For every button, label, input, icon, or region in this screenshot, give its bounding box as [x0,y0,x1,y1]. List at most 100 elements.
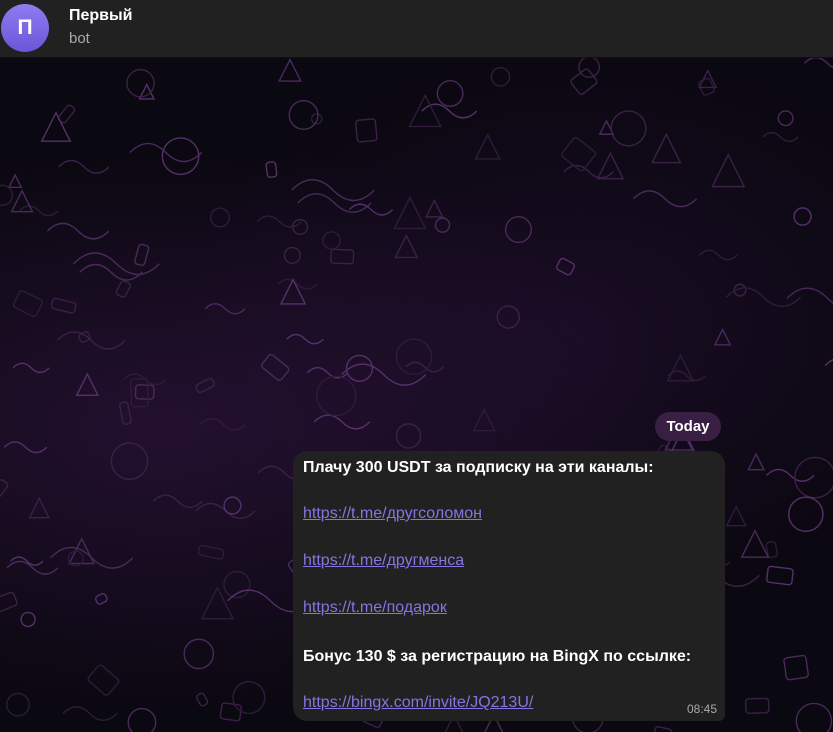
doodle-shape [555,257,576,276]
doodle-shape [713,327,732,346]
doodle-shape [474,133,501,160]
doodle-shape [219,702,243,722]
doodle-shape [12,362,50,374]
doodle-shape [504,216,532,244]
message-text-intro: Плачу 300 USDT за подписку на эти каналы… [303,459,654,476]
doodle-shape [127,707,157,732]
date-separator: Today [655,412,721,441]
doodle-shape [740,529,770,558]
doodle-shape [232,680,266,715]
doodle-shape [56,331,126,350]
doodle-shape [666,353,695,382]
doodle-shape [40,111,72,142]
doodle-shape [490,66,511,87]
doodle-shape [561,136,597,172]
doodle-shape [355,118,378,143]
doodle-shape [698,249,738,261]
message-time: 08:45 [686,702,717,716]
doodle-shape [747,452,766,471]
doodle-shape [795,702,833,732]
doodle-shape [651,132,682,164]
doodle-shape [496,305,521,329]
doodle-shape [610,110,647,147]
doodle-shape [79,263,143,281]
doodle-shape [6,692,30,717]
doodle-shape [196,692,209,707]
doodle-shape [793,207,812,226]
doodle-shape [434,217,451,233]
chat-title[interactable]: Первый [69,6,133,26]
doodle-shape [3,441,48,454]
doodle-shape [197,544,225,560]
doodle-shape [330,248,355,265]
doodle-shape [0,479,9,498]
doodle-shape [436,80,464,107]
doodle-shape [0,591,18,614]
doodle-shape [183,638,215,670]
doodle-shape [134,243,150,267]
doodle-shape [297,193,372,213]
message-bubble: Плачу 300 USDT за подписку на эти каналы… [293,451,725,721]
message-link-4[interactable]: https://bingx.com/invite/JQ213U/ [303,693,533,713]
doodle-shape [20,611,36,628]
doodle-shape [0,184,14,206]
doodle-shape [199,418,247,431]
doodle-shape [313,414,371,430]
doodle-shape [393,195,427,230]
doodle-shape [725,287,802,308]
doodle-shape [408,93,442,128]
doodle-shape [6,560,59,575]
doodle-shape [261,353,290,381]
avatar[interactable]: П [1,4,49,52]
doodle-shape [119,401,132,425]
message-link-1[interactable]: https://t.me/другсоломон [303,504,482,524]
doodle-shape [161,137,200,176]
doodle-shape [129,378,149,408]
doodle-shape [126,68,155,98]
doodle-shape [110,442,149,481]
doodle-shape [204,303,246,315]
doodle-shape [223,496,242,515]
doodle-shape [570,68,598,95]
doodle-shape [803,58,833,69]
doodle-shape [286,333,324,345]
doodle-shape [394,233,419,259]
chat-subtitle: bot [69,30,90,47]
doodle-shape [472,407,496,432]
doodle-shape [824,359,833,367]
doodle-shape [306,366,349,379]
doodle-shape [18,205,59,217]
doodle-shape [652,726,673,732]
doodle-shape [783,654,809,681]
doodle-shape [777,110,794,127]
doodle-shape [87,664,120,696]
message-link-2[interactable]: https://t.me/другменса [303,551,464,571]
doodle-shape [667,370,706,382]
doodle-shape [794,456,833,499]
doodle-shape [632,190,698,208]
doodle-shape [28,496,51,519]
doodle-shape [283,246,301,265]
doodle-shape [292,218,309,235]
doodle-shape [788,496,824,532]
doodle-shape [7,173,23,188]
doodle-shape [265,161,278,178]
doodle-shape [62,706,118,722]
doodle-shape [279,278,307,305]
doodle-shape [46,222,110,240]
doodle-shape [563,164,614,179]
doodle-shape [322,231,341,250]
doodle-shape [94,592,108,605]
doodle-shape [278,58,302,82]
doodle-shape [315,375,357,417]
chat-header: П Первый bot [0,0,833,58]
doodle-shape [348,203,394,216]
message-text-bonus: Бонус 130 $ за регистрацию на BingX по с… [303,648,692,665]
message-link-3[interactable]: https://t.me/подарок [303,598,447,618]
doodle-shape [425,198,444,218]
doodle-shape [786,287,833,304]
doodle-shape [152,494,203,509]
doodle-shape [134,384,155,400]
doodle-shape [50,297,77,314]
telegram-chat-window: П Первый bot Today Плачу 300 USDT за под… [0,0,833,732]
